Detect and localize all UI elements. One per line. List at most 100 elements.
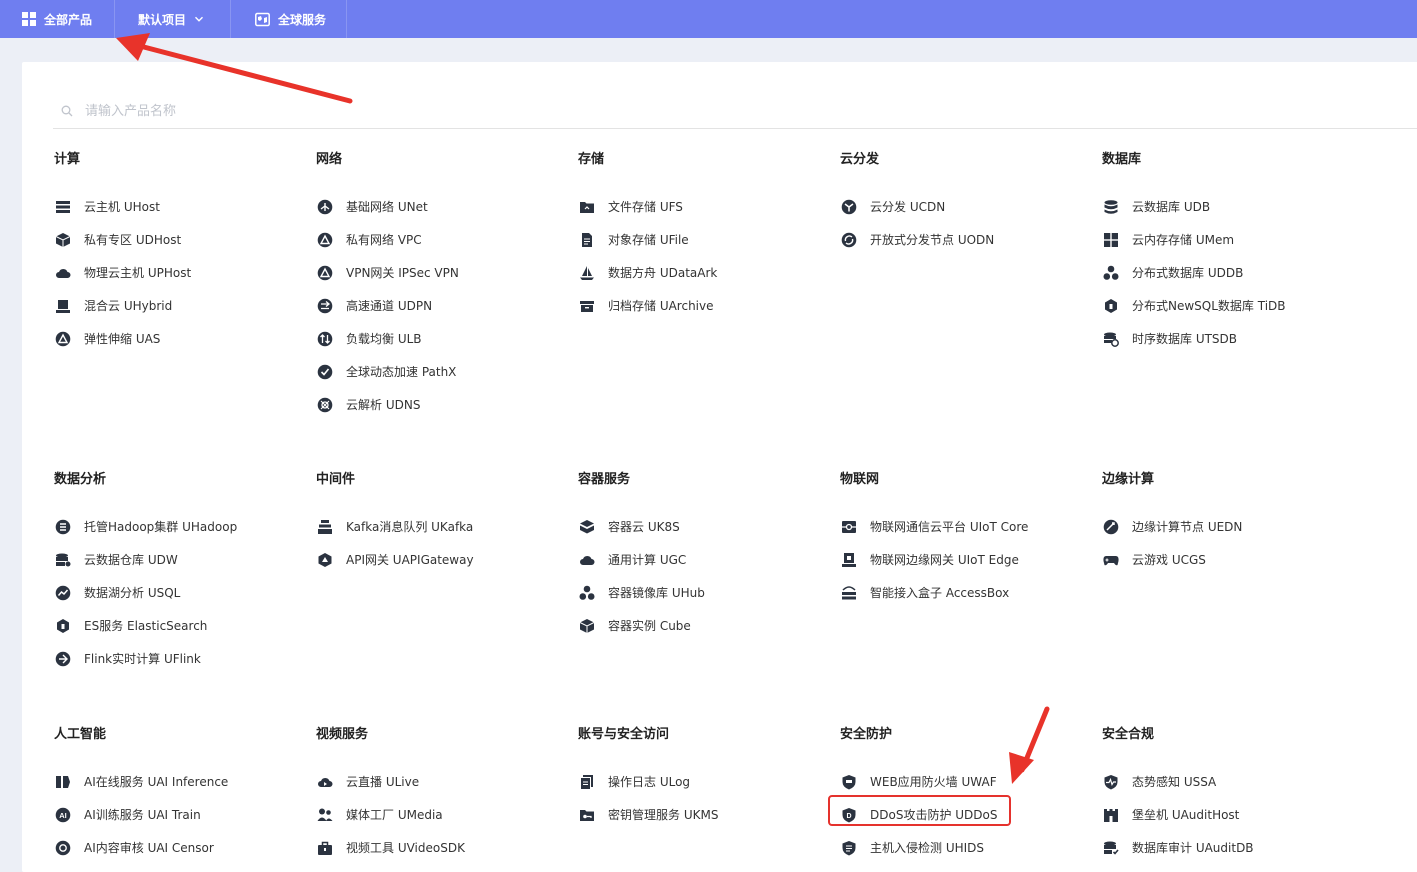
product-item[interactable]: Kafka消息队列 UKafka: [316, 510, 566, 543]
shield-pulse-icon: [1102, 773, 1120, 791]
product-label: 文件存储 UFS: [608, 200, 683, 214]
product-item[interactable]: 物理云主机 UPHost: [54, 256, 304, 289]
product-item[interactable]: 智能接入盒子 AccessBox: [840, 576, 1090, 609]
cloud-icon: [54, 264, 72, 282]
default-project-dropdown[interactable]: 默认项目: [115, 0, 231, 38]
product-label: ES服务 ElasticSearch: [84, 619, 208, 633]
product-label: 云内存存储 UMem: [1132, 233, 1235, 247]
product-item[interactable]: 视频工具 UVideoSDK: [316, 831, 566, 864]
product-item[interactable]: 私有专区 UDHost: [54, 223, 304, 256]
svg-text:AI: AI: [59, 811, 67, 820]
product-item[interactable]: Flink实时计算 UFlink: [54, 642, 304, 675]
product-item[interactable]: 对象存储 UFile: [578, 223, 828, 256]
top-nav-bar: 全部产品 默认项目 全球服务: [0, 0, 1417, 38]
product-item[interactable]: 开放式分发节点 UODN: [840, 223, 1090, 256]
product-item[interactable]: 时序数据库 UTSDB: [1102, 322, 1352, 355]
product-item[interactable]: 分布式NewSQL数据库 TiDB: [1102, 289, 1352, 322]
default-project-label: 默认项目: [138, 12, 187, 27]
product-label: 数据湖分析 USQL: [84, 586, 181, 600]
product-item[interactable]: 分布式数据库 UDDB: [1102, 256, 1352, 289]
product-item[interactable]: 物联网边缘网关 UIoT Edge: [840, 543, 1090, 576]
product-label: 态势感知 USSA: [1132, 775, 1217, 789]
product-item[interactable]: 私有网络 VPC: [316, 223, 566, 256]
product-label: 基础网络 UNet: [346, 200, 428, 214]
product-item[interactable]: 通用计算 UGC: [578, 543, 828, 576]
product-item[interactable]: 数据湖分析 USQL: [54, 576, 304, 609]
database-icon: [1102, 198, 1120, 216]
product-label: 数据方舟 UDataArk: [608, 266, 718, 280]
product-label: 容器镜像库 UHub: [608, 586, 705, 600]
product-label: 云分发 UCDN: [870, 200, 946, 214]
product-item[interactable]: 容器云 UK8S: [578, 510, 828, 543]
shield-list-icon: [840, 839, 858, 857]
product-item[interactable]: 归档存储 UArchive: [578, 289, 828, 322]
search-input[interactable]: [83, 102, 687, 120]
product-item[interactable]: VPN网关 IPSec VPN: [316, 256, 566, 289]
product-item[interactable]: 云数据库 UDB: [1102, 190, 1352, 223]
category-title: 账号与安全访问: [578, 727, 670, 742]
product-item[interactable]: 态势感知 USSA: [1102, 765, 1352, 798]
product-item[interactable]: 文件存储 UFS: [578, 190, 828, 223]
product-label: 容器实例 Cube: [608, 619, 691, 633]
product-item[interactable]: 高速通道 UDPN: [316, 289, 566, 322]
product-item[interactable]: 云分发 UCDN: [840, 190, 1090, 223]
category-title: 网络: [316, 152, 343, 167]
product-item[interactable]: AI AI训练服务 UAI Train: [54, 798, 304, 831]
product-label: 媒体工厂 UMedia: [346, 808, 443, 822]
product-item[interactable]: 云游戏 UCGS: [1102, 543, 1352, 576]
product-item[interactable]: 云主机 UHost: [54, 190, 304, 223]
product-item[interactable]: 负载均衡 ULB: [316, 322, 566, 355]
product-label: 容器云 UK8S: [608, 520, 680, 534]
product-label: Kafka消息队列 UKafka: [346, 520, 474, 534]
product-label: 对象存储 UFile: [608, 233, 689, 247]
product-item[interactable]: 基础网络 UNet: [316, 190, 566, 223]
product-item[interactable]: 云数据仓库 UDW: [54, 543, 304, 576]
product-label: 弹性伸缩 UAS: [84, 332, 161, 346]
product-item[interactable]: 主机入侵检测 UHIDS: [840, 831, 1090, 864]
product-label: 高速通道 UDPN: [346, 299, 433, 313]
global-services-tab[interactable]: 全球服务: [231, 0, 348, 38]
highlight-box: [828, 795, 1011, 826]
hadoop-icon: [54, 518, 72, 536]
product-item[interactable]: 云解析 UDNS: [316, 388, 566, 421]
product-item[interactable]: 云直播 ULive: [316, 765, 566, 798]
product-item[interactable]: 容器镜像库 UHub: [578, 576, 828, 609]
product-item[interactable]: 云内存存储 UMem: [1102, 223, 1352, 256]
product-item[interactable]: 边缘计算节点 UEDN: [1102, 510, 1352, 543]
product-item[interactable]: WEB应用防火墙 UWAF: [840, 765, 1090, 798]
product-item[interactable]: 操作日志 ULog: [578, 765, 828, 798]
product-item[interactable]: 密钥管理服务 UKMS: [578, 798, 828, 831]
category-8: 物联网物联网通信云平台 UIoT Core 物联网边缘网关 UIoT Edge 智能…: [840, 470, 1090, 609]
product-item[interactable]: 数据库审计 UAuditDB: [1102, 831, 1352, 864]
folder-icon: [578, 198, 596, 216]
product-item[interactable]: AI在线服务 UAI Inference: [54, 765, 304, 798]
router-icon: [840, 584, 858, 602]
product-label: 托管Hadoop集群 UHadoop: [84, 520, 238, 534]
product-item[interactable]: 媒体工厂 UMedia: [316, 798, 566, 831]
product-item[interactable]: ES服务 ElasticSearch: [54, 609, 304, 642]
product-item[interactable]: AI内容审核 UAI Censor: [54, 831, 304, 864]
all-products-tab[interactable]: 全部产品: [0, 0, 115, 38]
product-item[interactable]: 数据方舟 UDataArk: [578, 256, 828, 289]
product-item[interactable]: 托管Hadoop集群 UHadoop: [54, 510, 304, 543]
key-folder-icon: [578, 806, 596, 824]
product-item[interactable]: 物联网通信云平台 UIoT Core: [840, 510, 1090, 543]
product-item[interactable]: 容器实例 Cube: [578, 609, 828, 642]
product-label: 智能接入盒子 AccessBox: [870, 586, 1010, 600]
product-item[interactable]: 混合云 UHybrid: [54, 289, 304, 322]
shield-icon: [840, 773, 858, 791]
product-item[interactable]: 弹性伸缩 UAS: [54, 322, 304, 355]
db-audit-icon: [1102, 839, 1120, 857]
node-icon: [840, 231, 858, 249]
product-label: 分布式NewSQL数据库 TiDB: [1132, 299, 1286, 313]
category-title: 物联网: [840, 472, 880, 487]
cluster-icon: [1102, 264, 1120, 282]
search-icon: [61, 102, 73, 121]
product-item[interactable]: 堡垒机 UAuditHost: [1102, 798, 1352, 831]
product-label: 云数据仓库 UDW: [84, 553, 178, 567]
product-item[interactable]: API网关 UAPIGateway: [316, 543, 566, 576]
product-label: 全球动态加速 PathX: [346, 365, 457, 379]
triangle-icon: [316, 231, 334, 249]
product-label: 云游戏 UCGS: [1132, 553, 1206, 567]
product-item[interactable]: 全球动态加速 PathX: [316, 355, 566, 388]
